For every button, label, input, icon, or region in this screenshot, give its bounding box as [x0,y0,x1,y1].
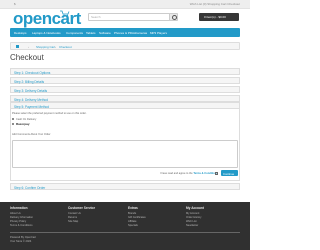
search-input[interactable]: Search [88,13,170,21]
step-1-label[interactable]: Step 1: Checkout Options [14,71,50,75]
menu-item-tablets[interactable]: Tablets [86,31,96,35]
footer-link[interactable]: Affiliate [128,220,136,223]
payment-option-cod-label: Cash On Delivery [16,118,37,121]
footer-link[interactable]: Brands [128,212,136,215]
payment-instruction: Please select the preferred payment meth… [12,112,87,115]
footer-link[interactable]: About Us [10,212,21,215]
footer-extras-title: Extras [128,206,138,210]
cart-label: 0 item(s) - $0.00 [204,15,226,19]
footer-link[interactable]: Specials [128,224,138,227]
step-3-label[interactable]: Step 3: Delivery Details [14,89,47,93]
menu-item-components[interactable]: Components [66,31,83,35]
footer-service-title: Customer Service [68,206,96,210]
footer-link[interactable]: Delivery Information [10,216,33,219]
step-2-panel[interactable]: Step 2: Billing Details [10,77,240,84]
powered-by: Powered By OpenCart [10,236,36,239]
payment-option-razorpay-label: Razorpay [16,122,30,126]
payment-option-cod-radio[interactable] [12,118,14,120]
footer-link[interactable]: Terms & Conditions [10,224,33,227]
menu-item-software[interactable]: Software [99,31,111,35]
menu-item-desktops[interactable]: Desktops [14,31,27,35]
footer-link[interactable]: Wish List [186,220,197,223]
step-3-panel[interactable]: Step 3: Delivery Details [10,86,240,93]
payment-option-razorpay-radio[interactable] [12,123,14,125]
footer-link[interactable]: Privacy Policy [10,220,26,223]
footer-link[interactable]: Order History [186,216,201,219]
menu-item-phones[interactable]: Phones & PDAs [114,31,136,35]
footer-link[interactable]: Contact Us [68,212,81,215]
cart-button[interactable]: 0 item(s) - $0.00 [199,13,239,21]
footer-divider [10,232,240,233]
comments-textarea[interactable] [12,140,238,168]
terms-text: I have read and agree to the Terms & Con… [160,172,218,175]
footer-information-title: Information [10,206,28,210]
home-icon[interactable] [16,45,19,48]
menu-item-mp3[interactable]: MP3 Players [150,31,167,35]
continue-button[interactable]: Continue [221,170,238,176]
store-logo[interactable]: opencart [13,10,81,27]
search-button[interactable] [169,13,178,21]
currency-selector[interactable]: $ [14,2,16,6]
continue-label: Continue [223,171,235,176]
breadcrumb-checkout[interactable]: Checkout [59,45,72,49]
cart-logo-icon [60,10,70,16]
breadcrumb-separator: › [55,45,56,49]
footer-link[interactable]: My Account [186,212,199,215]
footer-link[interactable]: Gift Certificates [128,216,146,219]
footer-link[interactable]: Newsletter [186,224,198,227]
step-1-panel[interactable]: Step 1: Checkout Options [10,68,240,75]
main-menu: Desktops Laptops & Notebooks Components … [10,28,240,37]
breadcrumb-cart[interactable]: Shopping Cart [36,45,55,49]
top-bar: $ Wish List (0) Shopping Cart Checkout [0,0,250,9]
footer-link[interactable]: Returns [68,216,77,219]
step-6-label[interactable]: Step 6: Confirm Order [14,186,45,190]
breadcrumb-separator: › [28,45,29,49]
step-6-panel[interactable]: Step 6: Confirm Order [10,183,240,190]
step-4-label[interactable]: Step 4: Delivery Method [14,98,48,102]
footer-link[interactable]: Site Map [68,220,78,223]
comments-label: Add Comments About Your Order [12,133,51,136]
search-icon [172,15,177,20]
page-title: Checkout [10,53,44,62]
top-links[interactable]: Wish List (0) Shopping Cart Checkout [190,2,240,6]
step-2-label[interactable]: Step 2: Billing Details [14,80,44,84]
copyright: Your Store © 2024 [10,240,32,243]
footer [0,202,250,250]
menu-item-laptops[interactable]: Laptops & Notebooks [32,31,61,35]
terms-checkbox[interactable] [215,172,218,175]
breadcrumb: › Shopping Cart › Checkout [10,42,240,50]
search-placeholder: Search [91,15,101,19]
menu-item-cameras[interactable]: Cameras [135,31,147,35]
footer-account-title: My Account [186,206,204,210]
step-4-panel[interactable]: Step 4: Delivery Method [10,95,240,102]
